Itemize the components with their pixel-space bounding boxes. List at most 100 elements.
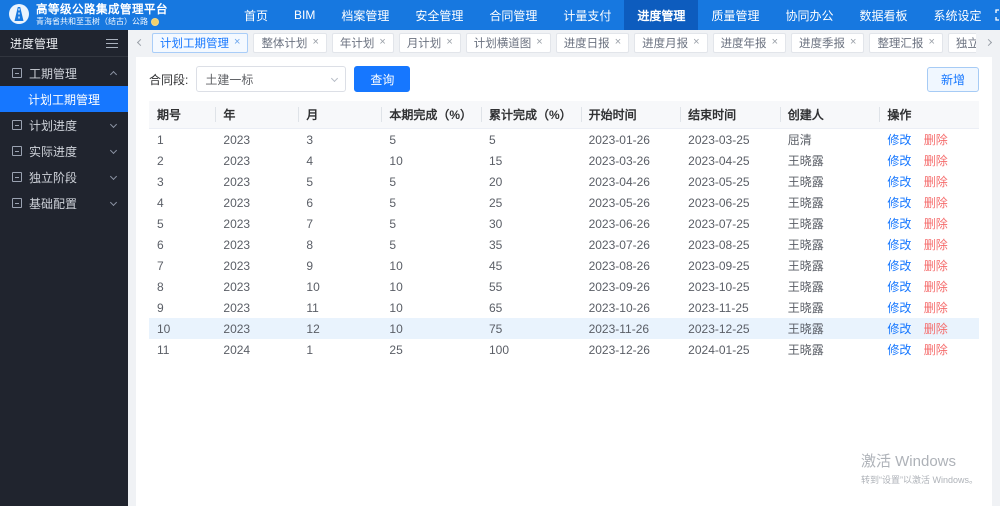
select-value: 土建一标: [205, 72, 254, 87]
table-row[interactable]: 9 2023 11 10 65 2023-10-26 2023-11-25 王晓…: [149, 297, 979, 318]
delete-link[interactable]: 删除: [924, 301, 948, 315]
sidebar-item-duration-mgmt[interactable]: 工期管理: [0, 60, 128, 86]
sidebar-subitem-plan-duration-mgmt[interactable]: 计划工期管理: [0, 86, 128, 112]
table-row[interactable]: 2 2023 4 10 15 2023-03-26 2023-04-25 王晓露…: [149, 150, 979, 171]
cell-current-pct: 10: [389, 153, 403, 168]
tab[interactable]: 年计划: [331, 32, 394, 53]
edit-link[interactable]: 修改: [887, 238, 911, 252]
nav-item[interactable]: 安全管理: [402, 0, 476, 30]
nav-item-label: 协同办公: [785, 8, 834, 23]
sidebar-item-label: 工期管理: [29, 66, 78, 81]
col-start-time: 开始时间: [580, 101, 681, 129]
tab[interactable]: 计划工期管理: [152, 32, 249, 53]
table-row[interactable]: 4 2023 6 5 25 2023-05-26 2023-06-25 王晓露 …: [149, 192, 979, 213]
add-button[interactable]: 新增: [926, 66, 979, 92]
tab[interactable]: 独立阶段计划: [947, 32, 976, 53]
tab-close-icon[interactable]: [446, 37, 452, 48]
tab-scroll-left-icon[interactable]: [133, 33, 147, 53]
cell-start-time: 2023-12-26: [588, 342, 650, 357]
edit-link[interactable]: 修改: [887, 301, 911, 315]
cell-current-pct: 5: [389, 237, 397, 252]
nav-item[interactable]: 合同管理: [476, 0, 550, 30]
tab[interactable]: 进度日报: [555, 32, 630, 53]
edit-link[interactable]: 修改: [887, 196, 911, 210]
contract-section-select[interactable]: 土建一标: [196, 66, 347, 92]
table-row[interactable]: 6 2023 8 5 35 2023-07-26 2023-08-25 王晓露 …: [149, 234, 979, 255]
nav-item[interactable]: 质量管理: [698, 0, 772, 30]
edit-link[interactable]: 修改: [887, 154, 911, 168]
cell-actions: 修改 删除: [879, 192, 979, 213]
nav-item[interactable]: 协同办公: [772, 0, 846, 30]
delete-link[interactable]: 删除: [924, 322, 948, 336]
sidebar-item-independent-stage[interactable]: 独立阶段: [0, 164, 128, 190]
cell-actions: 修改 删除: [879, 276, 979, 297]
tab[interactable]: 进度季报: [791, 32, 865, 53]
tab-close-icon[interactable]: [234, 37, 240, 48]
tab-close-icon[interactable]: [379, 37, 385, 48]
sidebar-item-plan-progress[interactable]: 计划进度: [0, 112, 128, 138]
tab[interactable]: 月计划: [398, 32, 461, 53]
sidebar-item-basic-config[interactable]: 基础配置: [0, 190, 128, 216]
tab-close-icon[interactable]: [615, 37, 621, 48]
edit-link[interactable]: 修改: [887, 343, 911, 357]
nav-item[interactable]: BIM: [281, 0, 328, 30]
cell-total-pct: 25: [488, 195, 503, 210]
tab[interactable]: 进度年报: [712, 32, 786, 53]
cell-month: 12: [298, 318, 382, 339]
edit-link[interactable]: 修改: [887, 217, 911, 231]
tab[interactable]: 整体计划: [253, 32, 327, 53]
delete-link[interactable]: 删除: [924, 175, 948, 189]
tab-close-icon[interactable]: [850, 37, 856, 48]
edit-link[interactable]: 修改: [887, 133, 911, 147]
content-card: 合同段: 土建一标 查询 新增 期号 年 月 本期完成（%） 累计完成（%） 开…: [136, 57, 992, 506]
table-row[interactable]: 10 2023 12 10 75 2023-11-26 2023-12-25 王…: [149, 318, 979, 339]
table-row[interactable]: 5 2023 7 5 30 2023-06-26 2023-07-25 王晓露 …: [149, 213, 979, 234]
delete-link[interactable]: 删除: [924, 133, 948, 147]
nav-item[interactable]: 计量支付: [550, 0, 624, 30]
nav-item[interactable]: 数据看板: [846, 0, 920, 30]
delete-link[interactable]: 删除: [924, 154, 948, 168]
tab[interactable]: 进度月报: [634, 32, 708, 53]
table-row[interactable]: 8 2023 10 10 55 2023-09-26 2023-10-25 王晓…: [149, 276, 979, 297]
cell-month: 9: [306, 258, 314, 273]
edit-link[interactable]: 修改: [887, 280, 911, 294]
delete-link[interactable]: 删除: [924, 238, 948, 252]
delete-link[interactable]: 删除: [924, 217, 948, 231]
col-end-time: 结束时间: [680, 101, 780, 129]
nav-item[interactable]: 首页: [231, 0, 281, 30]
cell-period: 1: [157, 132, 164, 147]
tab-close-icon[interactable]: [693, 37, 699, 48]
nav-item[interactable]: 进度管理: [624, 0, 699, 30]
cell-start-time: 2023-11-26: [580, 318, 681, 339]
table-row[interactable]: 3 2023 5 5 20 2023-04-26 2023-05-25 王晓露 …: [149, 171, 979, 192]
fullscreen-icon[interactable]: [994, 9, 1000, 21]
tab-scroll-right-icon[interactable]: [981, 33, 995, 53]
tab-close-icon[interactable]: [312, 37, 318, 48]
table-row[interactable]: 11 2024 1 25 100 2023-12-26 2024-01-25 王…: [149, 339, 979, 360]
nav-item[interactable]: 档案管理: [328, 0, 402, 30]
windows-activation-watermark: 激活 Windows 转到“设置”以激活 Windows。: [861, 450, 978, 486]
delete-link[interactable]: 删除: [924, 343, 948, 357]
nav-item-label: 档案管理: [341, 8, 390, 23]
cell-end-time: 2023-07-25: [688, 216, 750, 231]
nav-item-label: 首页: [244, 8, 269, 23]
edit-link[interactable]: 修改: [887, 259, 911, 273]
tab[interactable]: 计划横道图: [465, 32, 551, 53]
delete-link[interactable]: 删除: [924, 259, 948, 273]
sidebar-item-actual-progress[interactable]: 实际进度: [0, 138, 128, 164]
sidebar-collapse-icon[interactable]: [106, 38, 118, 48]
edit-link[interactable]: 修改: [887, 175, 911, 189]
tab-close-icon[interactable]: [928, 37, 934, 48]
cell-year: 2023: [223, 216, 251, 231]
cell-month: 7: [306, 216, 314, 231]
edit-link[interactable]: 修改: [887, 322, 911, 336]
search-button[interactable]: 查询: [354, 66, 411, 92]
delete-link[interactable]: 删除: [924, 196, 948, 210]
delete-link[interactable]: 删除: [924, 280, 948, 294]
table-row[interactable]: 7 2023 9 10 45 2023-08-26 2023-09-25 王晓露…: [149, 255, 979, 276]
tab-close-icon[interactable]: [536, 37, 542, 48]
table-row[interactable]: 1 2023 3 5 5 2023-01-26 2023-03-25 屈清 修改: [149, 129, 979, 151]
tab-close-icon[interactable]: [772, 37, 778, 48]
tab[interactable]: 整理汇报: [869, 32, 943, 53]
nav-item[interactable]: 系统设定: [920, 0, 994, 30]
